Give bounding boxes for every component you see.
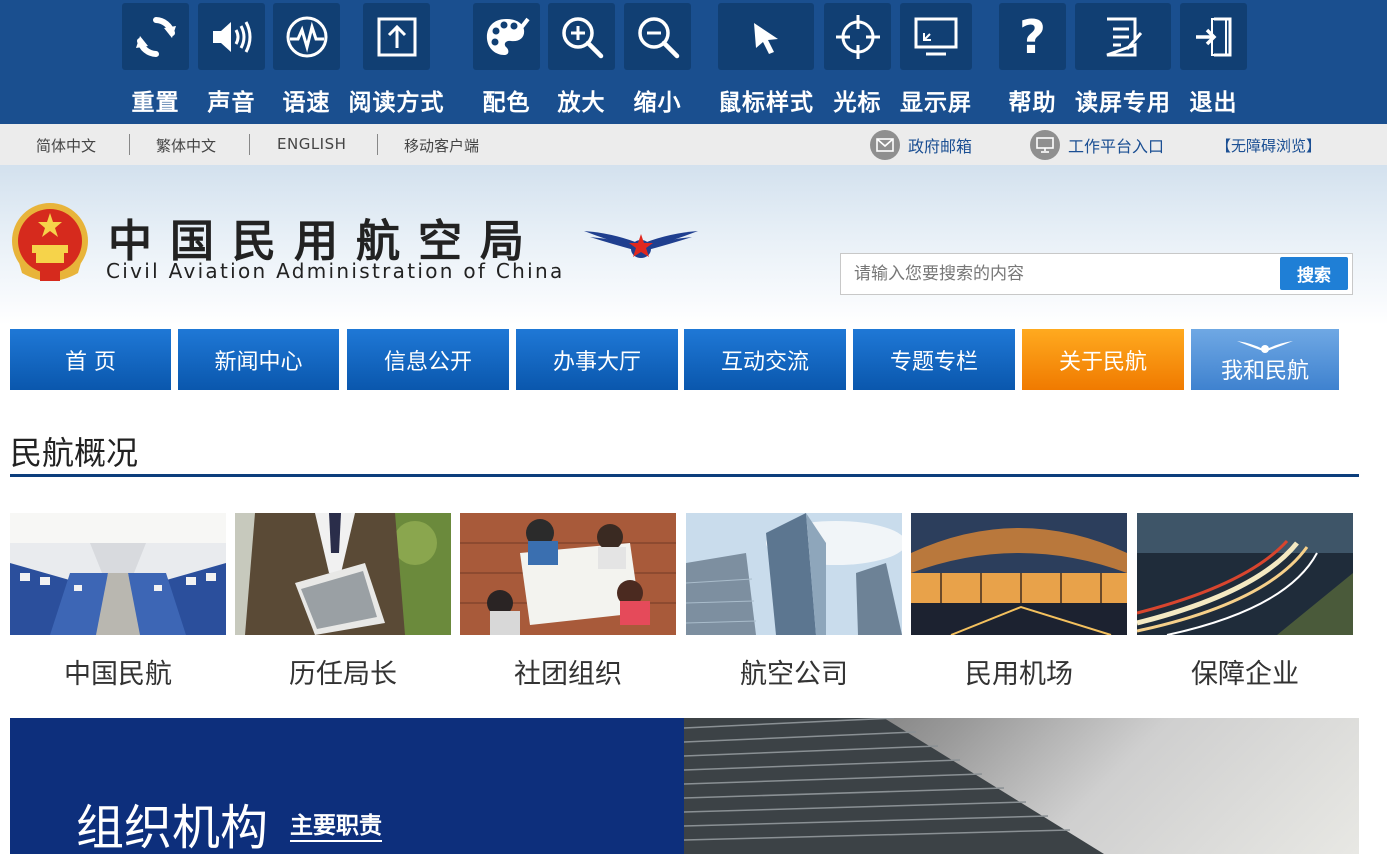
speed-button[interactable]: 语速	[273, 3, 340, 121]
color-button[interactable]: 配色	[473, 3, 540, 121]
zoom-in-button[interactable]: 放大	[548, 3, 615, 121]
nav-home[interactable]: 首 页	[10, 329, 171, 390]
reading-mode-button[interactable]: 阅读方式	[349, 3, 444, 121]
nav-interaction[interactable]: 互动交流	[684, 329, 846, 390]
section-title: 民航概况	[10, 434, 139, 472]
card-label: 民用机场	[965, 659, 1073, 690]
divider	[377, 134, 378, 155]
card-label: 保障企业	[1191, 659, 1299, 690]
work-platform-link[interactable]: 工作平台入口	[1030, 130, 1164, 160]
screen-label: 显示屏	[900, 90, 972, 116]
zoom-out-icon	[637, 16, 679, 58]
sound-button[interactable]: 声音	[198, 3, 265, 121]
reset-icon	[135, 16, 176, 57]
screen-reader-icon	[1106, 17, 1143, 56]
search-button[interactable]: 搜索	[1280, 257, 1348, 290]
card-label: 航空公司	[740, 659, 848, 690]
organization-banner: 组织机构 主要职责	[10, 718, 684, 856]
cursor-style-button[interactable]: 鼠标样式	[718, 3, 814, 121]
lang-traditional[interactable]: 繁体中文	[156, 135, 216, 156]
highway-lights-image	[1136, 513, 1353, 636]
nav-me-and-caac-label: 我和民航	[1220, 358, 1309, 384]
card-social-organizations[interactable]: 社团组织	[460, 513, 676, 690]
businessman-image	[235, 513, 451, 635]
reset-button[interactable]: 重置	[122, 3, 189, 121]
reset-label: 重置	[131, 90, 180, 116]
divider	[249, 134, 250, 155]
nav-news[interactable]: 新闻中心	[178, 329, 339, 390]
search-box: 搜索	[840, 253, 1353, 295]
aircraft-cabin-image	[10, 513, 226, 635]
help-button[interactable]: ? 帮助	[999, 3, 1066, 121]
cursor-icon	[754, 22, 778, 54]
help-label: 帮助	[1008, 90, 1057, 116]
mobile-client-link[interactable]: 移动客户端	[404, 135, 479, 156]
palette-icon	[486, 17, 530, 55]
main-nav: 首 页 新闻中心 信息公开 办事大厅 互动交流 专题专栏 关于民航 我和民航	[0, 329, 1387, 390]
lang-english[interactable]: ENGLISH	[277, 135, 346, 153]
section-divider	[10, 474, 1359, 477]
main-duties-link[interactable]: 主要职责	[290, 812, 382, 842]
zoom-in-icon	[561, 16, 603, 58]
monitor-icon	[1030, 130, 1060, 160]
caac-wings-logo	[584, 231, 698, 258]
nav-info[interactable]: 信息公开	[347, 329, 509, 390]
screen-reader-label: 读屏专用	[1075, 90, 1171, 116]
lang-simplified[interactable]: 简体中文	[36, 135, 96, 156]
building-facade-image	[684, 718, 1104, 854]
card-label: 历任局长	[289, 659, 397, 690]
nav-me-and-caac[interactable]: 我和民航	[1191, 329, 1339, 390]
reading-mode-label: 阅读方式	[348, 90, 445, 116]
card-label: 中国民航	[64, 659, 172, 690]
nav-topics[interactable]: 专题专栏	[853, 329, 1015, 390]
card-airlines[interactable]: 航空公司	[685, 513, 906, 690]
crosshair-button[interactable]: 光标	[824, 3, 891, 121]
search-input[interactable]	[841, 254, 1271, 294]
skyscraper-image	[685, 513, 906, 635]
accessibility-toolbar: 重置 声音 语速 阅读方式 配色 放大 缩小 鼠标样式 光标 显示屏 ? 帮助	[0, 0, 1387, 124]
national-emblem-icon	[12, 203, 88, 281]
language-bar: 简体中文 繁体中文 ENGLISH 移动客户端 政府邮箱 工作平台入口 【无障碍…	[0, 124, 1387, 165]
exit-label: 退出	[1189, 90, 1238, 116]
exit-icon	[1195, 17, 1231, 56]
work-platform-label: 工作平台入口	[1068, 137, 1165, 156]
screen-button[interactable]: 显示屏	[900, 3, 972, 121]
wings-icon	[1237, 340, 1293, 353]
screen-reader-button[interactable]: 读屏专用	[1075, 3, 1171, 121]
reading-mode-icon	[377, 17, 416, 56]
mail-icon	[870, 130, 900, 160]
gov-mail-link[interactable]: 政府邮箱	[870, 130, 972, 160]
card-label: 社团组织	[514, 659, 622, 690]
exit-button[interactable]: 退出	[1180, 3, 1247, 121]
airport-terminal-image	[911, 513, 1127, 636]
meeting-image	[460, 513, 676, 635]
speed-label: 语速	[282, 90, 331, 116]
speed-icon	[286, 16, 327, 57]
accessible-browse-link[interactable]: 【无障碍浏览】	[1216, 130, 1321, 160]
screen-icon	[914, 17, 958, 55]
color-label: 配色	[482, 90, 531, 116]
site-title-en: Civil Aviation Administration of China	[106, 259, 565, 283]
speaker-icon	[212, 20, 251, 53]
card-support-enterprises[interactable]: 保障企业	[1136, 513, 1353, 690]
help-icon: ?	[1019, 9, 1046, 64]
cursor-style-label: 鼠标样式	[718, 90, 814, 116]
building-image	[684, 718, 1359, 854]
zoom-in-label: 放大	[557, 90, 606, 116]
card-former-directors[interactable]: 历任局长	[235, 513, 451, 690]
crosshair-label: 光标	[833, 90, 882, 116]
organization-title: 组织机构	[76, 800, 269, 856]
divider	[129, 134, 130, 155]
nav-about[interactable]: 关于民航	[1022, 329, 1184, 390]
card-china-civil-aviation[interactable]: 中国民航	[10, 513, 226, 690]
gov-mail-label: 政府邮箱	[908, 137, 973, 156]
nav-services[interactable]: 办事大厅	[516, 329, 678, 390]
zoom-out-button[interactable]: 缩小	[624, 3, 691, 121]
crosshair-icon	[835, 14, 880, 59]
site-header: 中国民用航空局 Civil Aviation Administration of…	[0, 165, 1387, 325]
card-civil-airports[interactable]: 民用机场	[911, 513, 1127, 690]
zoom-out-label: 缩小	[633, 90, 682, 116]
sound-label: 声音	[207, 90, 256, 116]
